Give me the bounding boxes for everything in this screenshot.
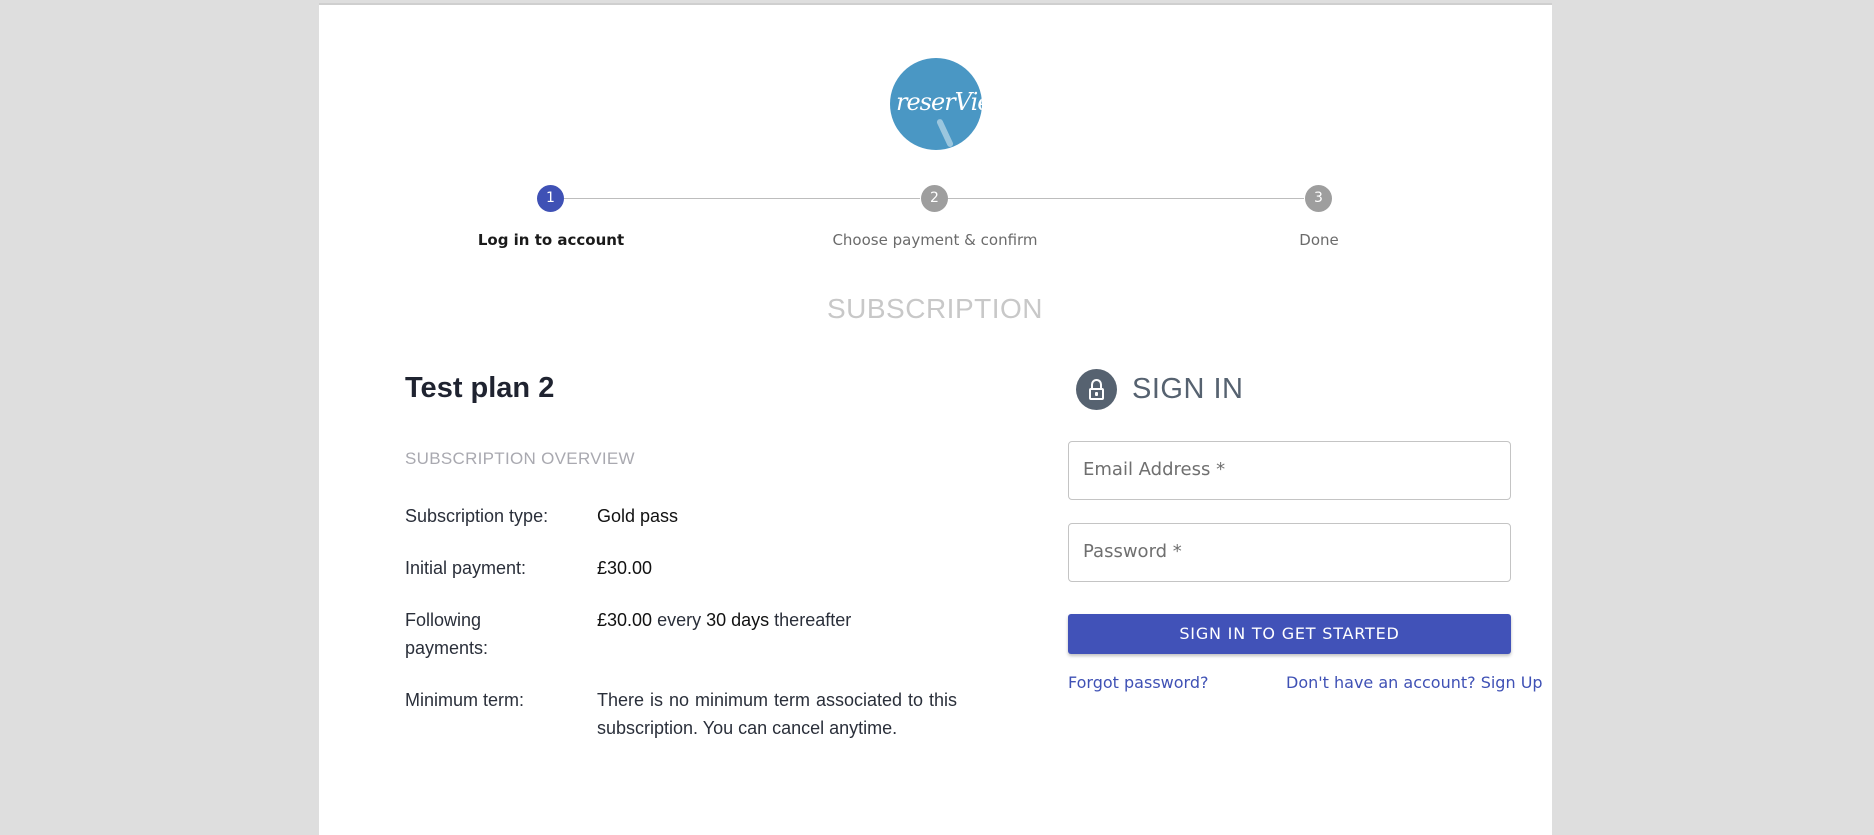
step-2-label: Choose payment & confirm xyxy=(832,231,1038,249)
lock-icon xyxy=(1076,369,1117,410)
reservie-logo: reserVie xyxy=(890,58,982,150)
section-title: SUBSCRIPTION xyxy=(826,293,1044,324)
step-connector-1 xyxy=(564,198,920,199)
initial-payment-value: £30.00 xyxy=(597,558,653,578)
sign-in-button[interactable]: SIGN IN TO GET STARTED xyxy=(1068,614,1511,654)
subscription-type-value: Gold pass xyxy=(597,506,679,526)
initial-payment-label: Initial payment: xyxy=(405,558,527,578)
forgot-password-link[interactable]: Forgot password? xyxy=(1068,673,1208,692)
minimum-term-label: Minimum term: xyxy=(405,690,525,710)
email-field-label: Email Address * xyxy=(1083,459,1226,480)
signin-title: SIGN IN xyxy=(1132,373,1244,405)
following-payments-value: £30.00 every 30 days thereafter xyxy=(597,606,957,634)
minimum-term-value: There is no minimum term associated to t… xyxy=(597,690,957,738)
following-amount: £30.00 xyxy=(597,610,653,630)
following-period: 30 days xyxy=(706,610,770,630)
step-1-circle: 1 xyxy=(537,185,564,212)
subscription-type-label: Subscription type: xyxy=(405,506,549,526)
sign-up-link[interactable]: Don't have an account? Sign Up xyxy=(1286,673,1543,692)
logo-swoosh xyxy=(935,118,955,148)
step-3-label: Done xyxy=(1299,231,1339,249)
password-field-label: Password * xyxy=(1083,541,1182,562)
step-3-circle: 3 xyxy=(1305,185,1332,212)
step-connector-2 xyxy=(948,198,1304,199)
step-1-label: Log in to account xyxy=(477,231,625,249)
step-2-circle: 2 xyxy=(921,185,948,212)
following-thereafter: thereafter xyxy=(774,610,852,630)
overview-heading: SUBSCRIPTION OVERVIEW xyxy=(405,449,635,468)
following-every: every xyxy=(657,610,702,630)
password-field[interactable]: Password * xyxy=(1068,523,1511,582)
email-field[interactable]: Email Address * xyxy=(1068,441,1511,500)
plan-title: Test plan 2 xyxy=(405,372,555,404)
following-payments-label: Following payments: xyxy=(405,610,489,658)
logo-text: reserVie xyxy=(896,88,982,116)
